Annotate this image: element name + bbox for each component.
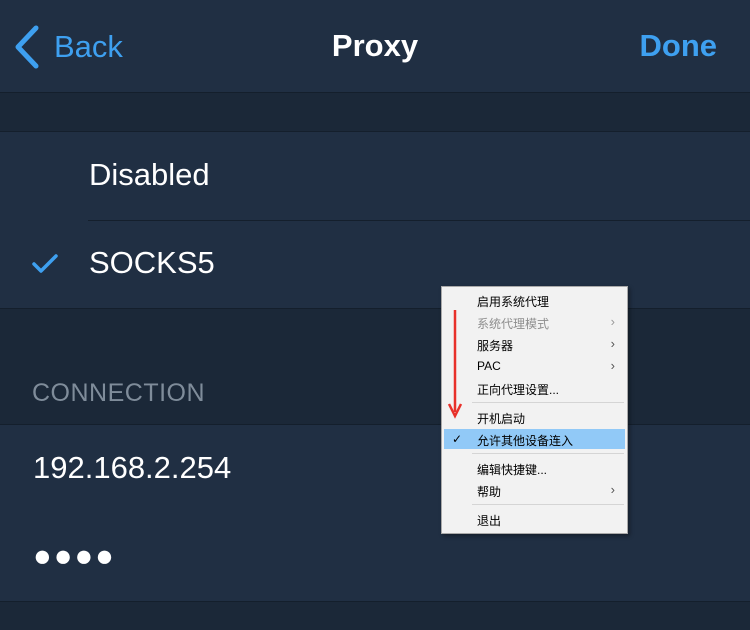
annotation-arrow-icon <box>447 310 463 419</box>
menu-item-label: 系统代理模式 <box>477 317 550 331</box>
password-field[interactable]: ●●●● <box>0 513 750 601</box>
submenu-arrow-icon: › <box>610 358 615 373</box>
menu-item-label: 正向代理设置... <box>477 383 560 397</box>
checkmark-icon: ✓ <box>452 432 463 446</box>
menu-item-label: 允许其他设备连入 <box>477 434 574 448</box>
option-socks5-row[interactable]: SOCKS5 <box>0 220 750 308</box>
server-field[interactable]: 192.168.2.254 <box>0 425 750 513</box>
menu-separator <box>472 402 624 403</box>
proxy-type-group: Disabled SOCKS5 <box>0 131 750 309</box>
menu-item-pac[interactable]: PAC › <box>444 356 625 376</box>
context-menu: 启用系统代理 系统代理模式 › 服务器 › PAC › 正向代理设置... 开机… <box>441 286 628 534</box>
menu-item-servers[interactable]: 服务器 › <box>444 334 625 354</box>
menu-item-launch-at-startup[interactable]: 开机启动 <box>444 407 625 427</box>
checkmark-icon <box>32 254 58 273</box>
menu-item-label: PAC <box>477 359 501 373</box>
menu-separator <box>472 504 624 505</box>
menu-item-enable-system-proxy[interactable]: 启用系统代理 <box>444 290 625 310</box>
submenu-arrow-icon: › <box>610 336 615 351</box>
menu-item-quit[interactable]: 退出 <box>444 509 625 529</box>
menu-item-label: 启用系统代理 <box>477 295 550 309</box>
menu-item-allow-other-devices[interactable]: ✓ 允许其他设备连入 <box>444 429 625 449</box>
menu-item-edit-shortcuts[interactable]: 编辑快捷键... <box>444 458 625 478</box>
menu-item-label: 编辑快捷键... <box>477 463 548 477</box>
option-disabled-row[interactable]: Disabled <box>0 132 750 221</box>
menu-item-label: 退出 <box>477 514 502 528</box>
submenu-arrow-icon: › <box>610 482 615 497</box>
submenu-arrow-icon: › <box>610 314 615 329</box>
menu-separator <box>472 453 624 454</box>
server-value: 192.168.2.254 <box>33 450 232 485</box>
menu-item-label: 帮助 <box>477 485 502 499</box>
option-label: SOCKS5 <box>89 245 215 280</box>
navigation-bar: Back Proxy Done <box>0 0 750 93</box>
menu-item-system-proxy-mode: 系统代理模式 › <box>444 312 625 332</box>
menu-item-label: 开机启动 <box>477 412 526 426</box>
menu-item-help[interactable]: 帮助 › <box>444 480 625 500</box>
menu-item-label: 服务器 <box>477 339 514 353</box>
menu-item-forward-proxy-settings[interactable]: 正向代理设置... <box>444 378 625 398</box>
connection-group: 192.168.2.254 ●●●● <box>0 424 750 602</box>
password-value: ●●●● <box>33 538 116 573</box>
done-button[interactable]: Done <box>640 28 718 64</box>
section-header-connection: CONNECTION <box>32 379 206 407</box>
option-label: Disabled <box>89 157 210 192</box>
page-title: Proxy <box>331 28 419 63</box>
